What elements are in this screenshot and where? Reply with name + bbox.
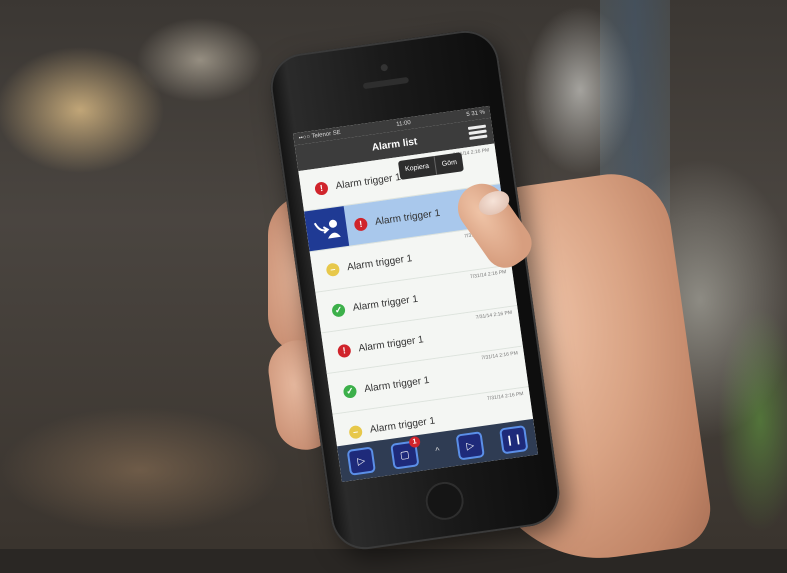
phone-screen: ••○○ Telenor SE 11:00 5 31 % Alarm list … (293, 105, 539, 483)
hamburger-menu-icon[interactable] (467, 123, 488, 143)
page-title: Alarm list (371, 135, 418, 154)
earpiece (362, 76, 410, 90)
play-icon[interactable]: ▷ (455, 431, 485, 461)
alarm-status-icon: – (325, 261, 341, 277)
chevron-up-icon[interactable]: ^ (435, 445, 441, 455)
alarm-status-icon: ! (353, 216, 369, 232)
alarm-label: Alarm trigger 1 (352, 293, 419, 314)
alarm-label: Alarm trigger 1 (334, 171, 402, 192)
alarm-status-icon: ✓ (331, 302, 346, 318)
alarm-label: Alarm trigger 1 (363, 374, 430, 395)
alarm-status-icon: ! (336, 343, 352, 358)
alarm-status-icon: – (348, 424, 363, 439)
home-button[interactable] (423, 479, 467, 523)
clock: 11:00 (395, 119, 412, 128)
alarm-status-icon: ! (314, 180, 329, 196)
alarm-label: Alarm trigger 1 (357, 333, 425, 354)
pause-icon[interactable]: ❙❙ (499, 425, 529, 455)
alarm-label: Alarm trigger 1 (374, 207, 441, 228)
alarm-label: Alarm trigger 1 (369, 415, 436, 436)
alarm-label: Alarm trigger 1 (346, 252, 413, 273)
alarm-time: 7/31/14 2:16 PM (481, 350, 519, 362)
alarm-time: 7/31/14 2:16 PM (475, 309, 513, 321)
hide-menu-item[interactable]: Göm (433, 152, 465, 175)
play-icon[interactable]: ▷ (346, 446, 376, 476)
battery-indicator: 5 31 % (466, 109, 486, 119)
front-camera (380, 63, 389, 72)
alarm-status-icon: ✓ (342, 383, 358, 399)
alarm-time: 7/31/14 2:16 PM (486, 390, 524, 402)
acknowledge-user-icon[interactable] (304, 206, 350, 252)
alarm-time: 7/31/14 2:16 PM (469, 269, 507, 281)
stop-icon[interactable]: ▢ 1 (390, 435, 421, 470)
notification-badge: 1 (408, 435, 421, 449)
